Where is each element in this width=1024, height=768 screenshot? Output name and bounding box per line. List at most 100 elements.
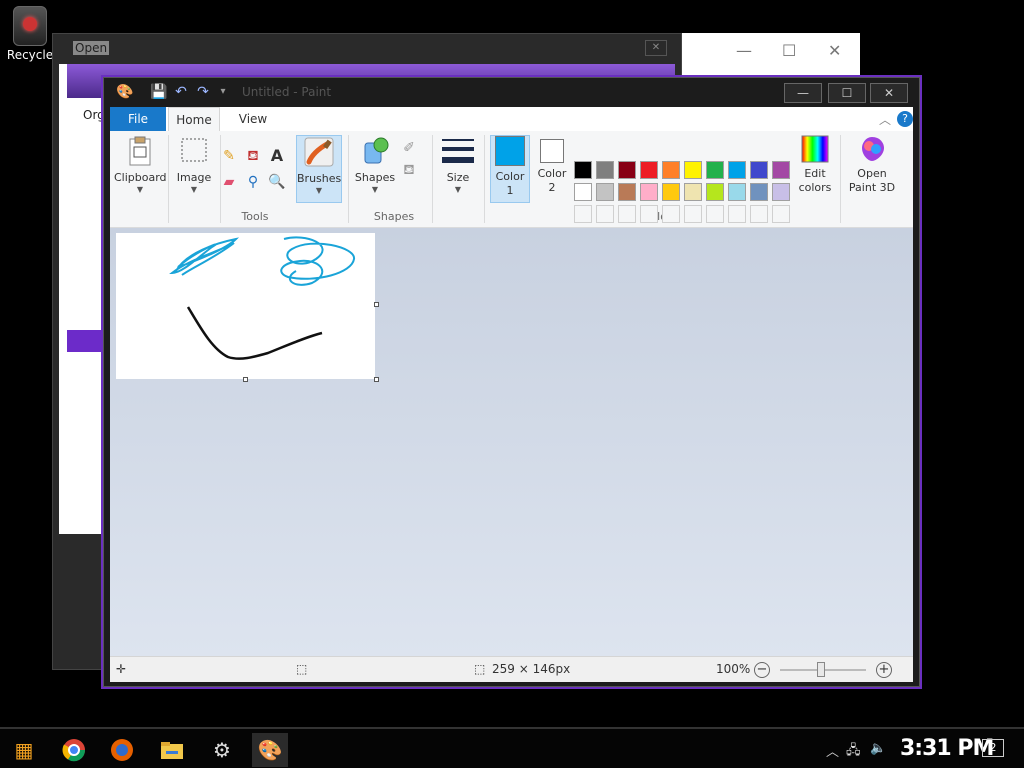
open-paint3d-button[interactable]: Open Paint 3D [844,135,900,203]
tab-file[interactable]: File [110,107,166,131]
palette-swatch[interactable] [728,183,746,201]
selected-folder[interactable] [67,330,107,352]
fill-icon[interactable]: ⛾ [244,147,262,165]
drawing-canvas[interactable] [116,233,375,379]
redo-icon[interactable]: ↷ [194,84,212,100]
eraser-icon[interactable]: ▰ [220,173,238,191]
resize-handle-bottom[interactable] [243,377,248,382]
open-dialog-close-button[interactable]: ✕ [645,40,667,56]
clipboard-icon [124,135,156,167]
close-button[interactable]: ✕ [870,83,908,103]
zoom-out-button[interactable]: − [754,662,770,678]
color1-button[interactable]: Color 1 [490,135,530,203]
shape-fill-icon[interactable]: ⛾ [400,161,418,179]
paint-window: 🎨 💾 ↶ ↷ ▾ Untitled - Paint — ☐ ✕ File Ho… [103,77,920,687]
close-icon[interactable]: ✕ [828,41,841,60]
custom-color-slot[interactable] [596,205,614,223]
palette-swatch[interactable] [574,161,592,179]
tab-home[interactable]: Home [168,107,220,131]
chrome-icon[interactable] [56,733,92,767]
help-icon[interactable]: ? [897,111,913,127]
magnifier-icon[interactable]: 🔍 [268,173,286,191]
resize-handle-corner[interactable] [374,377,379,382]
palette-swatch[interactable] [706,161,724,179]
organize-button[interactable]: Org [83,108,105,122]
brush-icon [303,136,335,168]
paint-app-icon: 🎨 [116,84,134,100]
custom-color-slot[interactable] [662,205,680,223]
custom-color-slot[interactable] [706,205,724,223]
custom-color-slot[interactable] [574,205,592,223]
palette-swatch[interactable] [772,161,790,179]
chevron-up-icon[interactable]: ︿ [826,741,839,760]
notification-icon[interactable]: 2 [982,739,1004,757]
paint-taskbar-icon[interactable]: 🎨 [252,733,288,767]
zoom-in-button[interactable]: + [876,662,892,678]
file-explorer-icon[interactable] [154,733,190,767]
palette-swatch[interactable] [750,183,768,201]
palette-swatch[interactable] [640,161,658,179]
color2-button[interactable]: Color 2 [534,135,570,203]
taskbar: ▦ ⚙ 🎨 ︿ 🖧 🔈 3:31 PM 2 [0,727,1024,768]
network-icon[interactable]: 🖧 [846,741,861,763]
save-icon[interactable]: 💾 [150,84,168,100]
collapse-ribbon-icon[interactable]: ︿ [879,111,891,128]
shapes-button[interactable]: Shapes ▼ [352,135,398,203]
palette-swatch[interactable] [750,161,768,179]
palette-swatch[interactable] [574,183,592,201]
window-title: Untitled - Paint [242,85,332,99]
color2-swatch [540,139,564,163]
palette-swatch[interactable] [772,183,790,201]
pencil-icon[interactable]: ✎ [220,147,238,165]
palette-swatch[interactable] [596,183,614,201]
notification-count: 2 [989,741,997,754]
palette-swatch[interactable] [662,161,680,179]
minimize-button[interactable]: — [784,83,822,103]
palette-swatch[interactable] [618,183,636,201]
settings-icon[interactable]: ⚙ [204,733,240,767]
custom-color-slot[interactable] [618,205,636,223]
palette-swatch[interactable] [596,161,614,179]
minimize-icon[interactable]: — [736,41,752,60]
palette-swatch[interactable] [618,161,636,179]
shapes-icon [359,135,391,167]
maximize-button[interactable]: ☐ [828,83,866,103]
custom-color-slot[interactable] [640,205,658,223]
recycle-bin-icon [13,6,47,46]
title-bar: 🎨 💾 ↶ ↷ ▾ Untitled - Paint — ☐ ✕ [104,78,919,107]
zoom-slider-thumb[interactable] [817,662,825,677]
color-picker-icon[interactable]: ⚲ [244,173,262,191]
image-button[interactable]: Image ▼ [172,135,216,225]
volume-icon[interactable]: 🔈 [870,741,886,756]
edit-colors-button[interactable]: Edit colors [796,135,834,203]
custom-color-slot[interactable] [728,205,746,223]
tab-view[interactable]: View [228,107,278,131]
palette-swatch[interactable] [662,183,680,201]
clock[interactable]: 3:31 PM [900,736,994,761]
maximize-icon[interactable]: ☐ [782,41,796,60]
custom-color-slot[interactable] [684,205,702,223]
outline-icon[interactable]: ✐ [400,139,418,157]
palette-swatch[interactable] [684,183,702,201]
brushes-button[interactable]: Brushes ▼ [296,135,342,203]
color1-swatch [495,136,525,166]
start-button[interactable]: ▦ [6,733,42,767]
custom-color-slot[interactable] [772,205,790,223]
resize-handle-right[interactable] [374,302,379,307]
canvas-size-icon: ⬚ [474,662,486,676]
palette-swatch[interactable] [684,161,702,179]
cursor-position-icon: ✛ [116,662,127,676]
quick-access-dropdown-icon[interactable]: ▾ [214,84,232,100]
edit-colors-label: Edit [804,167,826,180]
text-icon[interactable]: A [268,147,286,165]
firefox-icon[interactable] [104,733,140,767]
undo-icon[interactable]: ↶ [172,84,190,100]
recycle-bin[interactable]: Recycle [4,6,56,62]
palette-swatch[interactable] [728,161,746,179]
clipboard-button[interactable]: Clipboard ▼ [114,135,167,225]
palette-swatch[interactable] [640,183,658,201]
size-button[interactable]: Size ▼ [438,135,478,203]
custom-color-slot[interactable] [750,205,768,223]
palette-swatch[interactable] [706,183,724,201]
chevron-down-icon: ▼ [190,185,198,194]
